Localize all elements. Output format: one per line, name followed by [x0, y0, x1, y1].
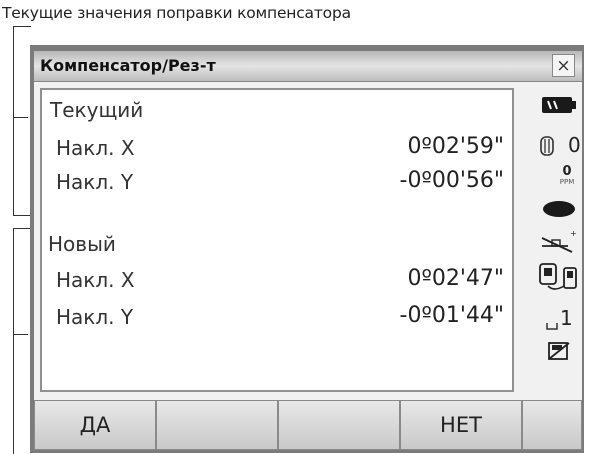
close-icon: ×	[556, 56, 571, 76]
new-tilt-x-label: Накл. X	[56, 268, 135, 292]
ppm-unit: PPM	[559, 178, 575, 186]
softkey-3[interactable]	[278, 400, 400, 450]
bracket-new	[13, 228, 31, 454]
current-tilt-y-value: -0º00'56"	[399, 168, 504, 193]
communication-icon[interactable]	[538, 262, 580, 296]
window-title: Компенсатор/Рез-т	[40, 56, 216, 75]
softkey-bar: ДА НЕТ	[34, 400, 582, 450]
softkey-5[interactable]	[522, 400, 582, 450]
current-tilt-x-value: 0º02'59"	[407, 134, 504, 159]
softkey-no[interactable]: НЕТ	[400, 400, 522, 450]
bracket-current	[13, 26, 31, 216]
softkey-yes[interactable]: ДА	[34, 400, 156, 450]
input-mode-icon[interactable]	[546, 316, 558, 335]
instrument-display: Компенсатор/Рез-т × Текущий Накл. X 0º02…	[30, 45, 584, 453]
svg-text:+: +	[570, 229, 577, 238]
title-bar: Компенсатор/Рез-т ×	[34, 51, 582, 82]
new-tilt-y-value: -0º01'44"	[399, 303, 504, 328]
softkey-2[interactable]	[156, 400, 278, 450]
new-tilt-x-value: 0º02'47"	[407, 266, 504, 291]
new-tilt-y-label: Накл. Y	[56, 305, 134, 329]
screen: Компенсатор/Рез-т × Текущий Накл. X 0º02…	[34, 51, 582, 450]
tilt-icon[interactable]: +	[540, 228, 578, 258]
compensator-panel: Текущий Накл. X 0º02'59" Накл. Y -0º00'5…	[40, 88, 514, 392]
battery-icon[interactable]	[542, 96, 576, 118]
prism-constant-value: 0	[568, 133, 581, 157]
page-number: 1	[560, 306, 573, 330]
new-heading: Новый	[48, 232, 116, 256]
disk-icon[interactable]	[548, 342, 570, 364]
current-tilt-x-label: Накл. X	[56, 136, 135, 160]
ppm-icon[interactable]: 0 PPM	[556, 164, 578, 187]
close-button[interactable]: ×	[552, 54, 575, 77]
caption: Текущие значения поправки компенсатора	[2, 4, 351, 22]
current-tilt-y-label: Накл. Y	[56, 170, 134, 194]
status-icons: 0 0 PPM + 1	[518, 88, 582, 392]
ppm-value: 0	[562, 164, 572, 179]
current-heading: Текущий	[50, 98, 144, 122]
laser-icon[interactable]	[542, 200, 576, 222]
target-prism-icon[interactable]	[540, 136, 554, 160]
